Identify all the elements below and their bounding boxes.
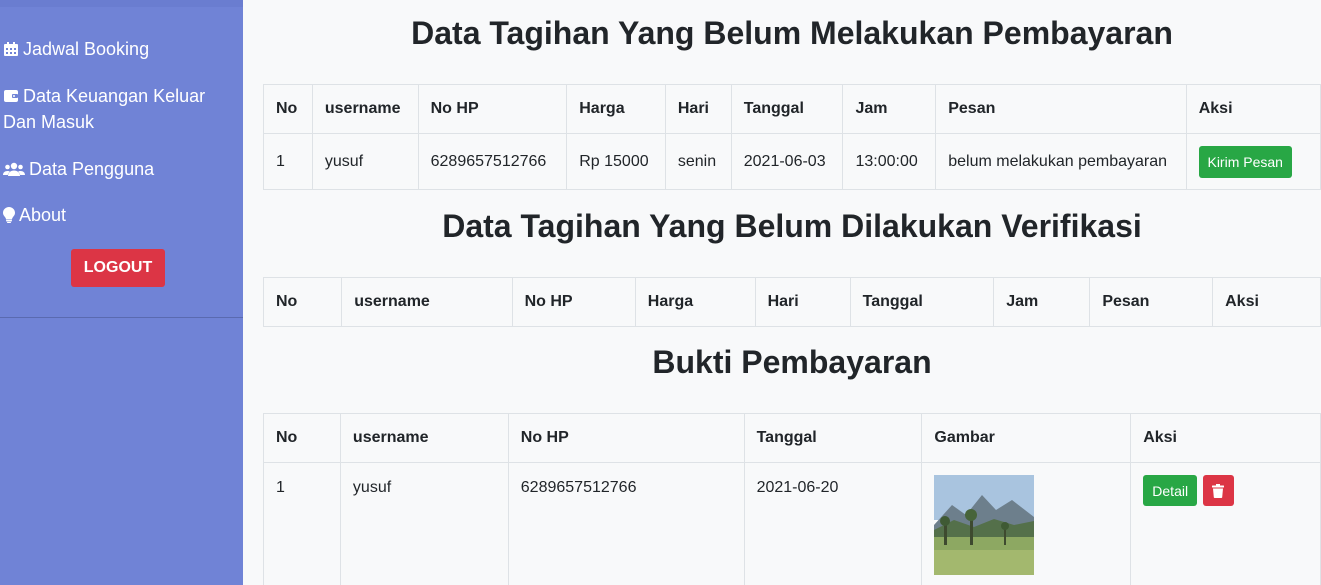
section-title-unverified: Data Tagihan Yang Belum Dilakukan Verifi…	[442, 208, 1142, 244]
col-header: Hari	[664, 84, 732, 134]
cell-aksi: Detail	[1130, 462, 1321, 585]
delete-button[interactable]	[1202, 475, 1234, 506]
lightbulb-icon	[3, 207, 15, 223]
col-header: Tanggal	[849, 277, 995, 327]
table-header-row: No username No HP Harga Hari Tanggal Jam…	[263, 84, 1321, 134]
trash-icon	[1212, 483, 1225, 498]
cell-username: yusuf	[311, 133, 419, 190]
sidebar-item-about[interactable]: About	[3, 202, 233, 228]
wallet-icon	[4, 90, 18, 102]
col-header: Aksi	[1130, 413, 1321, 463]
col-header: Pesan	[935, 84, 1187, 134]
col-header: No HP	[507, 413, 745, 463]
unverified-bills-table: No username No HP Harga Hari Tanggal Jam…	[262, 277, 1321, 327]
col-header: No	[263, 84, 313, 134]
col-header: No	[262, 277, 343, 327]
sidebar: Jadwal Booking Data Keuangan Keluar Dan …	[0, 0, 243, 585]
col-header: username	[311, 84, 419, 134]
col-header: No	[263, 413, 341, 463]
cell-aksi: Kirim Pesan	[1185, 133, 1321, 190]
sidebar-item-data-keuangan[interactable]: Data Keuangan Keluar Dan Masuk	[3, 83, 233, 135]
cell-pesan: belum melakukan pembayaran	[935, 133, 1187, 190]
col-header: Harga	[566, 84, 666, 134]
sidebar-item-label: Data Keuangan Keluar Dan Masuk	[3, 86, 206, 132]
table-row: 1 yusuf 6289657512766 2021-06-20 Detail	[263, 462, 1321, 585]
table-header-row: No username No HP Harga Hari Tanggal Jam…	[262, 277, 1321, 327]
logout-button[interactable]: LOGOUT	[71, 249, 165, 287]
cell-no-hp: 6289657512766	[417, 133, 568, 190]
col-header: Hari	[754, 277, 851, 327]
col-header: username	[339, 413, 509, 463]
col-header: username	[341, 277, 513, 327]
col-header: Pesan	[1089, 277, 1214, 327]
col-header: No HP	[417, 84, 568, 134]
cell-gambar	[921, 462, 1132, 585]
col-header: Jam	[842, 84, 937, 134]
col-header: Tanggal	[730, 84, 844, 134]
users-icon	[3, 162, 25, 176]
sidebar-item-label: Data Pengguna	[29, 159, 155, 179]
cell-tanggal: 2021-06-03	[730, 133, 844, 190]
cell-no-hp: 6289657512766	[507, 462, 745, 585]
kirim-pesan-button[interactable]: Kirim Pesan	[1198, 145, 1292, 178]
cell-no: 1	[263, 133, 313, 190]
col-header: Gambar	[921, 413, 1132, 463]
cell-username: yusuf	[339, 462, 509, 585]
section-title-payment-proof: Bukti Pembayaran	[652, 344, 932, 380]
table-header-row: No username No HP Tanggal Gambar Aksi	[263, 413, 1321, 463]
sidebar-item-jadwal-booking[interactable]: Jadwal Booking	[3, 36, 233, 62]
col-header: Aksi	[1212, 277, 1321, 327]
cell-jam: 13:00:00	[842, 133, 937, 190]
col-header: Tanggal	[743, 413, 923, 463]
cell-harga: Rp 15000	[566, 133, 666, 190]
sidebar-top-strip	[0, 0, 243, 7]
section-title-unpaid: Data Tagihan Yang Belum Melakukan Pembay…	[411, 15, 1173, 51]
sidebar-item-label: About	[19, 205, 67, 225]
col-header: No HP	[511, 277, 636, 327]
payment-proof-thumbnail[interactable]	[934, 475, 1035, 575]
sidebar-divider	[0, 317, 243, 318]
sidebar-item-label: Jadwal Booking	[23, 39, 150, 59]
col-header: Aksi	[1185, 84, 1321, 134]
col-header: Harga	[634, 277, 756, 327]
cell-tanggal: 2021-06-20	[743, 462, 923, 585]
cell-no: 1	[263, 462, 341, 585]
calendar-icon	[4, 42, 18, 56]
main-content: Data Tagihan Yang Belum Melakukan Pembay…	[243, 0, 1321, 585]
sidebar-item-data-pengguna[interactable]: Data Pengguna	[3, 156, 233, 182]
col-header: Jam	[993, 277, 1091, 327]
unpaid-bills-table: No username No HP Harga Hari Tanggal Jam…	[263, 84, 1321, 190]
table-row: 1 yusuf 6289657512766 Rp 15000 senin 202…	[263, 133, 1321, 190]
payment-proof-table: No username No HP Tanggal Gambar Aksi 1 …	[263, 413, 1321, 585]
detail-button[interactable]: Detail	[1143, 475, 1198, 506]
cell-hari: senin	[664, 133, 732, 190]
